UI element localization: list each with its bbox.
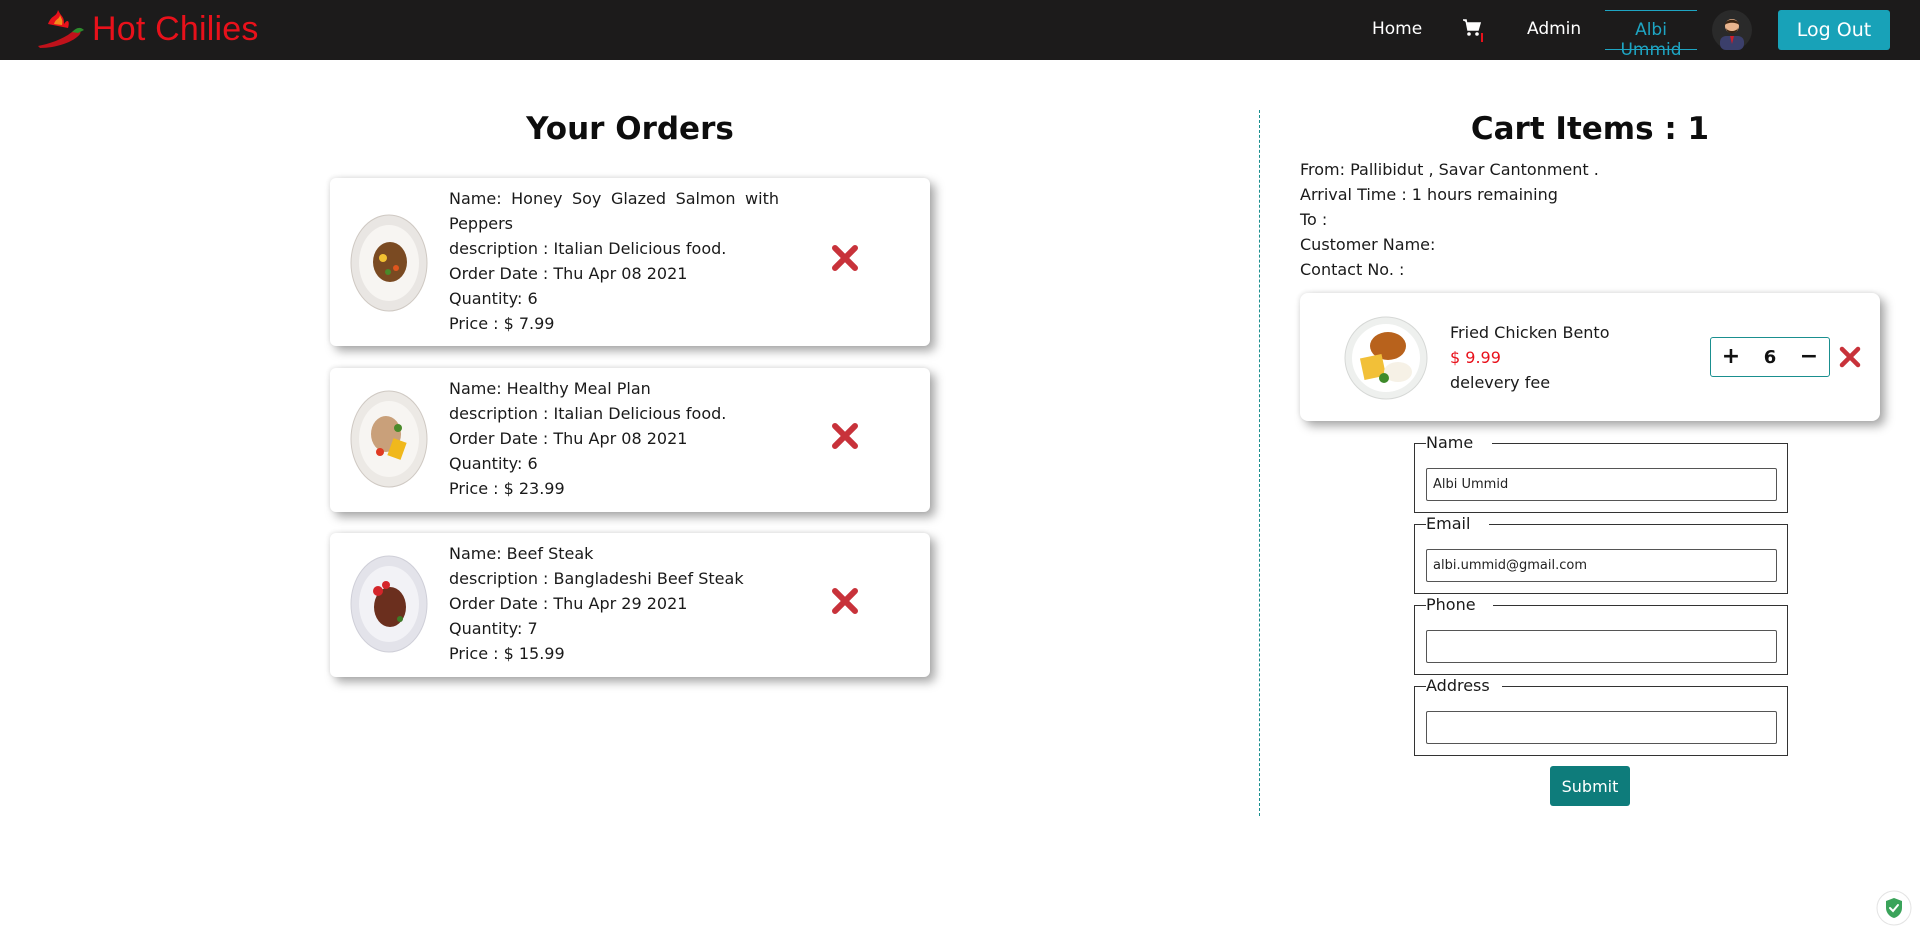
order-date: Order Date : Thu Apr 29 2021	[449, 594, 688, 613]
section-divider	[1259, 110, 1260, 816]
cart-to: To :	[1300, 210, 1328, 229]
fieldset-border	[1414, 524, 1426, 525]
order-description: description : Bangladeshi Beef Steak	[449, 569, 744, 588]
order-info: Name: Honey Soy Glazed Salmon with Peppe…	[449, 186, 779, 336]
order-price: Price : $ 7.99	[449, 314, 555, 333]
order-price: Price : $ 15.99	[449, 644, 565, 663]
delete-order-icon[interactable]	[829, 585, 861, 617]
orders-title: Your Orders	[526, 111, 734, 147]
order-quantity: Quantity: 7	[449, 619, 538, 638]
increase-quantity-button[interactable]: +	[1721, 346, 1741, 368]
cart-link[interactable]	[1462, 18, 1488, 44]
delete-order-icon[interactable]	[829, 242, 861, 274]
avatar[interactable]	[1712, 10, 1752, 50]
cart-item-price: $ 9.99	[1450, 348, 1501, 367]
food-image	[350, 214, 428, 312]
cart-from: From: Pallibidut , Savar Cantonment .	[1300, 160, 1599, 179]
order-info: Name: Beef Steak description : Banglades…	[449, 541, 779, 666]
address-fieldset: Address	[1414, 676, 1788, 756]
phone-input[interactable]	[1426, 630, 1777, 663]
chili-logo-icon	[38, 10, 84, 48]
shopping-cart-icon	[1463, 19, 1482, 36]
order-description: description : Italian Delicious food.	[449, 239, 727, 258]
cart-arrival-time: Arrival Time : 1 hours remaining	[1300, 185, 1558, 204]
top-navbar: Hot Chilies Home Admin Albi Ummid Log Ou…	[0, 0, 1920, 60]
fieldset-border	[1414, 605, 1426, 606]
fieldset-border	[1492, 443, 1788, 444]
shield-check-icon[interactable]	[1876, 890, 1912, 926]
quantity-value: 6	[1763, 346, 1777, 368]
phone-fieldset: Phone	[1414, 595, 1788, 675]
cart-item-card: Fried Chicken Bento $ 9.99 delevery fee …	[1300, 293, 1880, 421]
brand[interactable]: Hot Chilies	[34, 2, 259, 56]
email-fieldset: Email	[1414, 514, 1788, 594]
phone-label: Phone	[1426, 595, 1476, 614]
delete-order-icon[interactable]	[829, 420, 861, 452]
order-name: Name: Healthy Meal Plan	[449, 379, 651, 398]
submit-button[interactable]: Submit	[1550, 766, 1630, 806]
email-input[interactable]	[1426, 549, 1777, 582]
order-card: Name: Honey Soy Glazed Salmon with Peppe…	[330, 178, 930, 346]
nav-user-link[interactable]: Albi Ummid	[1605, 10, 1697, 60]
name-input[interactable]	[1426, 468, 1777, 501]
fieldset-border	[1489, 524, 1788, 525]
order-date: Order Date : Thu Apr 08 2021	[449, 429, 688, 448]
food-image	[1344, 316, 1428, 400]
logout-button[interactable]: Log Out	[1778, 10, 1890, 50]
order-description: description : Italian Delicious food.	[449, 404, 727, 423]
nav-home-link[interactable]: Home	[1372, 19, 1422, 39]
cart-customer-name: Customer Name:	[1300, 235, 1436, 254]
cart-contact: Contact No. :	[1300, 260, 1405, 279]
cart-delivery-info: From: Pallibidut , Savar Cantonment . Ar…	[1300, 157, 1599, 282]
name-fieldset: Name	[1414, 433, 1788, 513]
decrease-quantity-button[interactable]: −	[1799, 346, 1819, 368]
cart-item-info: Fried Chicken Bento $ 9.99 delevery fee	[1450, 320, 1610, 395]
cart-badge	[1481, 33, 1483, 42]
order-price: Price : $ 23.99	[449, 479, 565, 498]
brand-name: Hot Chilies	[92, 9, 259, 48]
quantity-stepper: + 6 −	[1710, 337, 1830, 377]
food-image	[350, 390, 428, 488]
name-label: Name	[1426, 433, 1474, 452]
cart-item-fee: delevery fee	[1450, 373, 1551, 392]
order-card: Name: Healthy Meal Plan description : It…	[330, 368, 930, 512]
email-label: Email	[1426, 514, 1471, 533]
order-card: Name: Beef Steak description : Banglades…	[330, 533, 930, 677]
cart-item-name: Fried Chicken Bento	[1450, 323, 1610, 342]
fieldset-border	[1502, 686, 1788, 687]
order-name: Name: Beef Steak	[449, 544, 594, 563]
order-quantity: Quantity: 6	[449, 289, 538, 308]
cart-title: Cart Items : 1	[1470, 111, 1710, 147]
address-input[interactable]	[1426, 711, 1777, 744]
nav-admin-link[interactable]: Admin	[1527, 19, 1581, 39]
order-quantity: Quantity: 6	[449, 454, 538, 473]
remove-cart-item-icon[interactable]	[1838, 345, 1862, 369]
order-name: Name: Honey Soy Glazed Salmon with Peppe…	[449, 189, 779, 233]
food-image	[350, 555, 428, 653]
fieldset-border	[1414, 443, 1426, 444]
order-info: Name: Healthy Meal Plan description : It…	[449, 376, 779, 501]
order-date: Order Date : Thu Apr 08 2021	[449, 264, 688, 283]
address-label: Address	[1426, 676, 1490, 695]
fieldset-border	[1493, 605, 1788, 606]
fieldset-border	[1414, 686, 1426, 687]
